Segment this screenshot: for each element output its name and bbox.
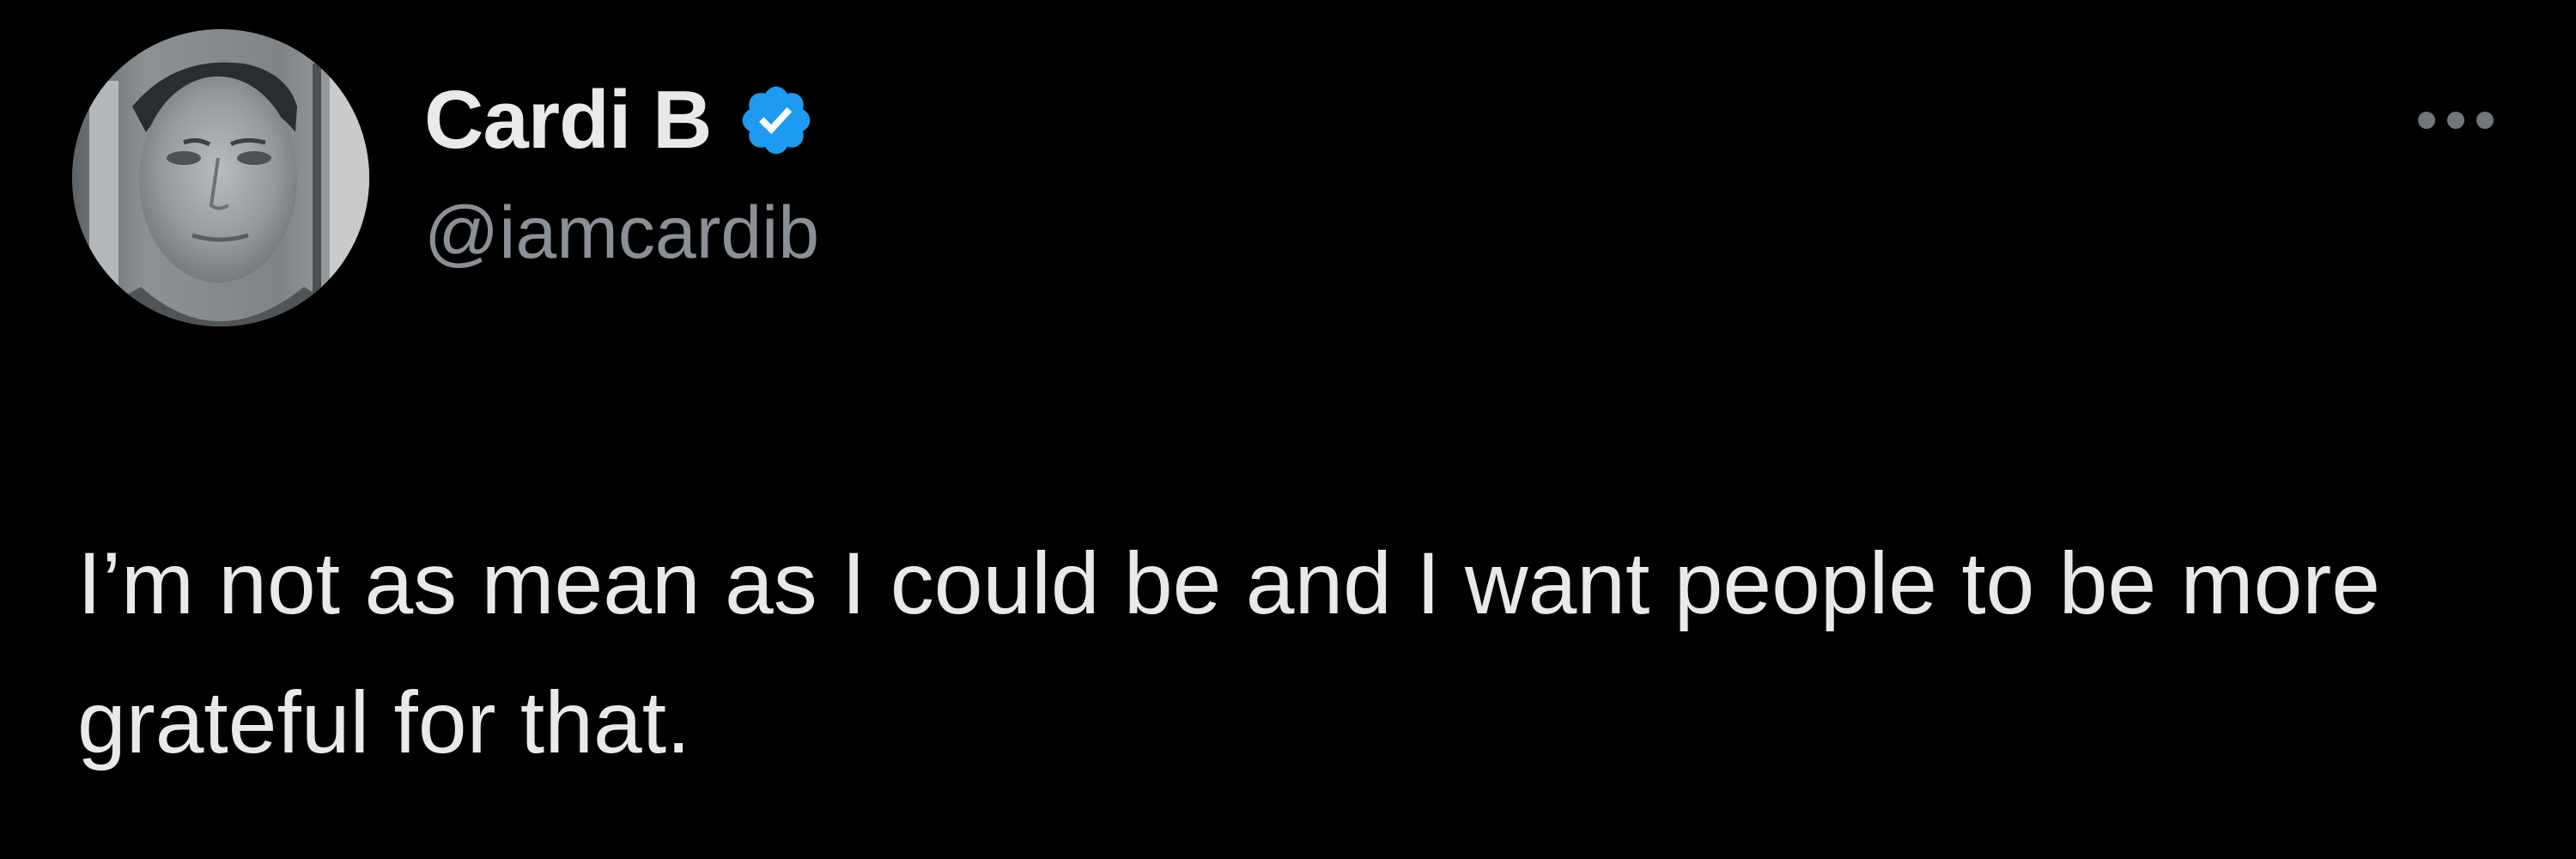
avatar[interactable] <box>72 29 369 326</box>
author-display-name[interactable]: Cardi B <box>424 73 712 168</box>
more-options-icon <box>2476 112 2494 129</box>
author-handle[interactable]: @iamcardib <box>424 191 819 276</box>
tweet-text: I’m not as mean as I could be and I want… <box>77 534 2380 771</box>
more-options-button[interactable] <box>2396 96 2516 144</box>
tweet-card: Cardi B @iamcardib I’m not as mean as I … <box>0 0 2576 859</box>
tweet-header: Cardi B @iamcardib <box>424 67 819 276</box>
avatar-image <box>72 29 369 326</box>
more-options-icon <box>2418 112 2435 129</box>
verified-badge-icon <box>737 81 816 160</box>
more-options-icon <box>2447 112 2464 129</box>
author-name-row: Cardi B <box>424 67 819 174</box>
